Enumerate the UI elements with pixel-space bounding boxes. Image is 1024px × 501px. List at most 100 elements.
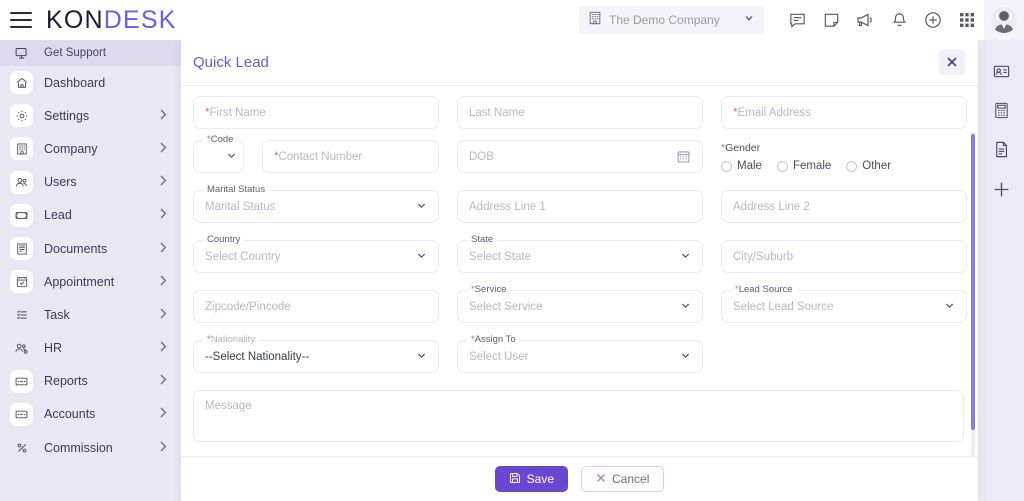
address-line-2-input[interactable]: Address Line 2 [721, 190, 967, 223]
sidebar-item-label: Documents [44, 241, 108, 256]
lead-source-placeholder: Select Lead Source [733, 300, 834, 313]
home-icon [10, 71, 33, 95]
sidebar-item-documents[interactable]: Documents [0, 232, 181, 265]
first-name-input[interactable]: *First Name [193, 96, 439, 129]
gender-option-label: Female [792, 160, 832, 172]
sidebar-item-label: Dashboard [44, 75, 106, 90]
save-button-label: Save [526, 472, 554, 486]
last-name-input[interactable]: Last Name [457, 96, 703, 129]
chevron-down-icon [416, 350, 427, 364]
email-wrap: *Email Address [721, 96, 967, 129]
hr-people-icon [10, 337, 33, 360]
gender-option-male[interactable]: Male [721, 160, 762, 172]
scrollbar-thumb[interactable] [971, 134, 975, 430]
plus-circle-icon[interactable] [916, 0, 950, 40]
sidebar-item-users[interactable]: Users [0, 166, 181, 199]
calculator-icon[interactable] [992, 101, 1011, 120]
megaphone-icon[interactable] [848, 0, 882, 40]
company-selector[interactable]: The Demo Company [579, 6, 764, 34]
brand-logo: KONDESK [46, 6, 177, 35]
sidebar-item-task[interactable]: Task [0, 298, 181, 331]
dob-wrap: DOB [457, 140, 703, 173]
document-icon[interactable] [992, 140, 1011, 159]
chat-icon[interactable] [780, 0, 814, 40]
chevron-down-icon [416, 250, 427, 264]
right-icon-rail [978, 40, 1024, 501]
sidebar-item-get-support[interactable]: Get Support [0, 40, 181, 66]
form-row-service: Zipcode/Pincode *Service Select Service … [193, 284, 967, 323]
dob-input[interactable]: DOB [457, 140, 703, 173]
message-textarea[interactable]: Message [193, 390, 964, 442]
save-disk-icon [509, 472, 521, 487]
sidebar-item-dashboard[interactable]: Dashboard [0, 66, 181, 99]
sidebar-item-commission[interactable]: Commission [0, 431, 181, 464]
calendar-icon[interactable] [676, 149, 691, 164]
close-x-icon [596, 473, 606, 486]
form-row-address: Marital Status Marital Status Address Li… [193, 184, 967, 223]
sidebar: Get Support Dashboard Settings Company U… [0, 40, 181, 501]
gender-option-other[interactable]: Other [846, 160, 891, 172]
note-icon[interactable] [814, 0, 848, 40]
chevron-right-icon [160, 109, 167, 123]
chevron-right-icon [160, 341, 167, 355]
lead-source-label: *Lead Source [731, 284, 797, 295]
menu-toggle-icon[interactable] [10, 12, 32, 28]
address-line-1-input[interactable]: Address Line 1 [457, 190, 703, 223]
gear-icon [10, 104, 33, 128]
sidebar-item-hr[interactable]: HR [0, 332, 181, 365]
documents-icon [10, 237, 33, 261]
assign-to-placeholder: Select User [469, 350, 529, 363]
user-avatar[interactable] [984, 0, 1024, 40]
gender-group: *Gender Male Female Other [721, 140, 967, 173]
add-plus-icon[interactable] [991, 179, 1012, 200]
chevron-right-icon [160, 175, 167, 189]
assign-to-wrap: *Assign To Select User [457, 334, 703, 373]
chevron-down-icon [680, 300, 691, 314]
grid-apps-icon[interactable] [950, 0, 984, 40]
sidebar-item-accounts[interactable]: Accounts [0, 398, 181, 431]
bell-icon[interactable] [882, 0, 916, 40]
gender-options: Male Female Other [721, 160, 967, 172]
close-icon[interactable] [939, 49, 965, 75]
contact-number-input[interactable]: *Contact Number [262, 140, 439, 173]
cancel-button[interactable]: Cancel [581, 466, 665, 492]
country-placeholder: Select Country [205, 250, 281, 263]
save-button[interactable]: Save [494, 466, 568, 492]
city-input[interactable]: City/Suburb [721, 240, 967, 273]
form-row-nationality: *Nationality --Select Nationality-- *Ass… [193, 334, 964, 373]
city-placeholder: City/Suburb [733, 250, 794, 263]
sidebar-item-reports[interactable]: Reports [0, 365, 181, 398]
code-contact-wrap: *Code *Contact Number [193, 134, 439, 173]
sidebar-item-label: Users [44, 175, 77, 190]
marital-status-wrap: Marital Status Marital Status [193, 184, 439, 223]
state-placeholder: Select State [469, 250, 532, 263]
sidebar-item-settings[interactable]: Settings [0, 99, 181, 132]
zipcode-placeholder: Zipcode/Pincode [205, 300, 291, 313]
zipcode-input[interactable]: Zipcode/Pincode [193, 290, 439, 323]
sidebar-item-label: Company [44, 141, 98, 156]
chevron-down-icon [226, 150, 237, 164]
email-field[interactable]: *Email Address [721, 96, 967, 129]
gender-label: *Gender [721, 142, 761, 154]
chevron-right-icon [160, 142, 167, 156]
sidebar-item-label: HR [44, 341, 63, 356]
city-wrap: City/Suburb [721, 240, 967, 273]
cancel-button-label: Cancel [612, 472, 650, 486]
contact-card-icon[interactable] [992, 62, 1011, 81]
sidebar-item-label: Reports [44, 374, 88, 389]
sidebar-item-lead[interactable]: Lead [0, 199, 181, 232]
modal-body: *First Name Last Name *Email Address *Co… [181, 86, 978, 456]
code-label: *Code [203, 134, 238, 145]
address-line-2-placeholder: Address Line 2 [733, 200, 810, 213]
gender-option-female[interactable]: Female [776, 160, 832, 172]
sidebar-item-appointment[interactable]: Appointment [0, 265, 181, 298]
nationality-value: --Select Nationality-- [205, 350, 310, 363]
last-name-wrap: Last Name [457, 96, 703, 129]
quick-lead-modal: Quick Lead *First Name Last Name *Email … [181, 40, 978, 501]
accounts-icon [10, 402, 33, 426]
message-placeholder: Message [205, 400, 252, 412]
avatar-image [991, 7, 1017, 33]
form-row-contact: *Code *Contact Number DOB *Gender Male F… [193, 134, 967, 173]
sidebar-item-company[interactable]: Company [0, 132, 181, 165]
country-wrap: Country Select Country [193, 234, 439, 273]
